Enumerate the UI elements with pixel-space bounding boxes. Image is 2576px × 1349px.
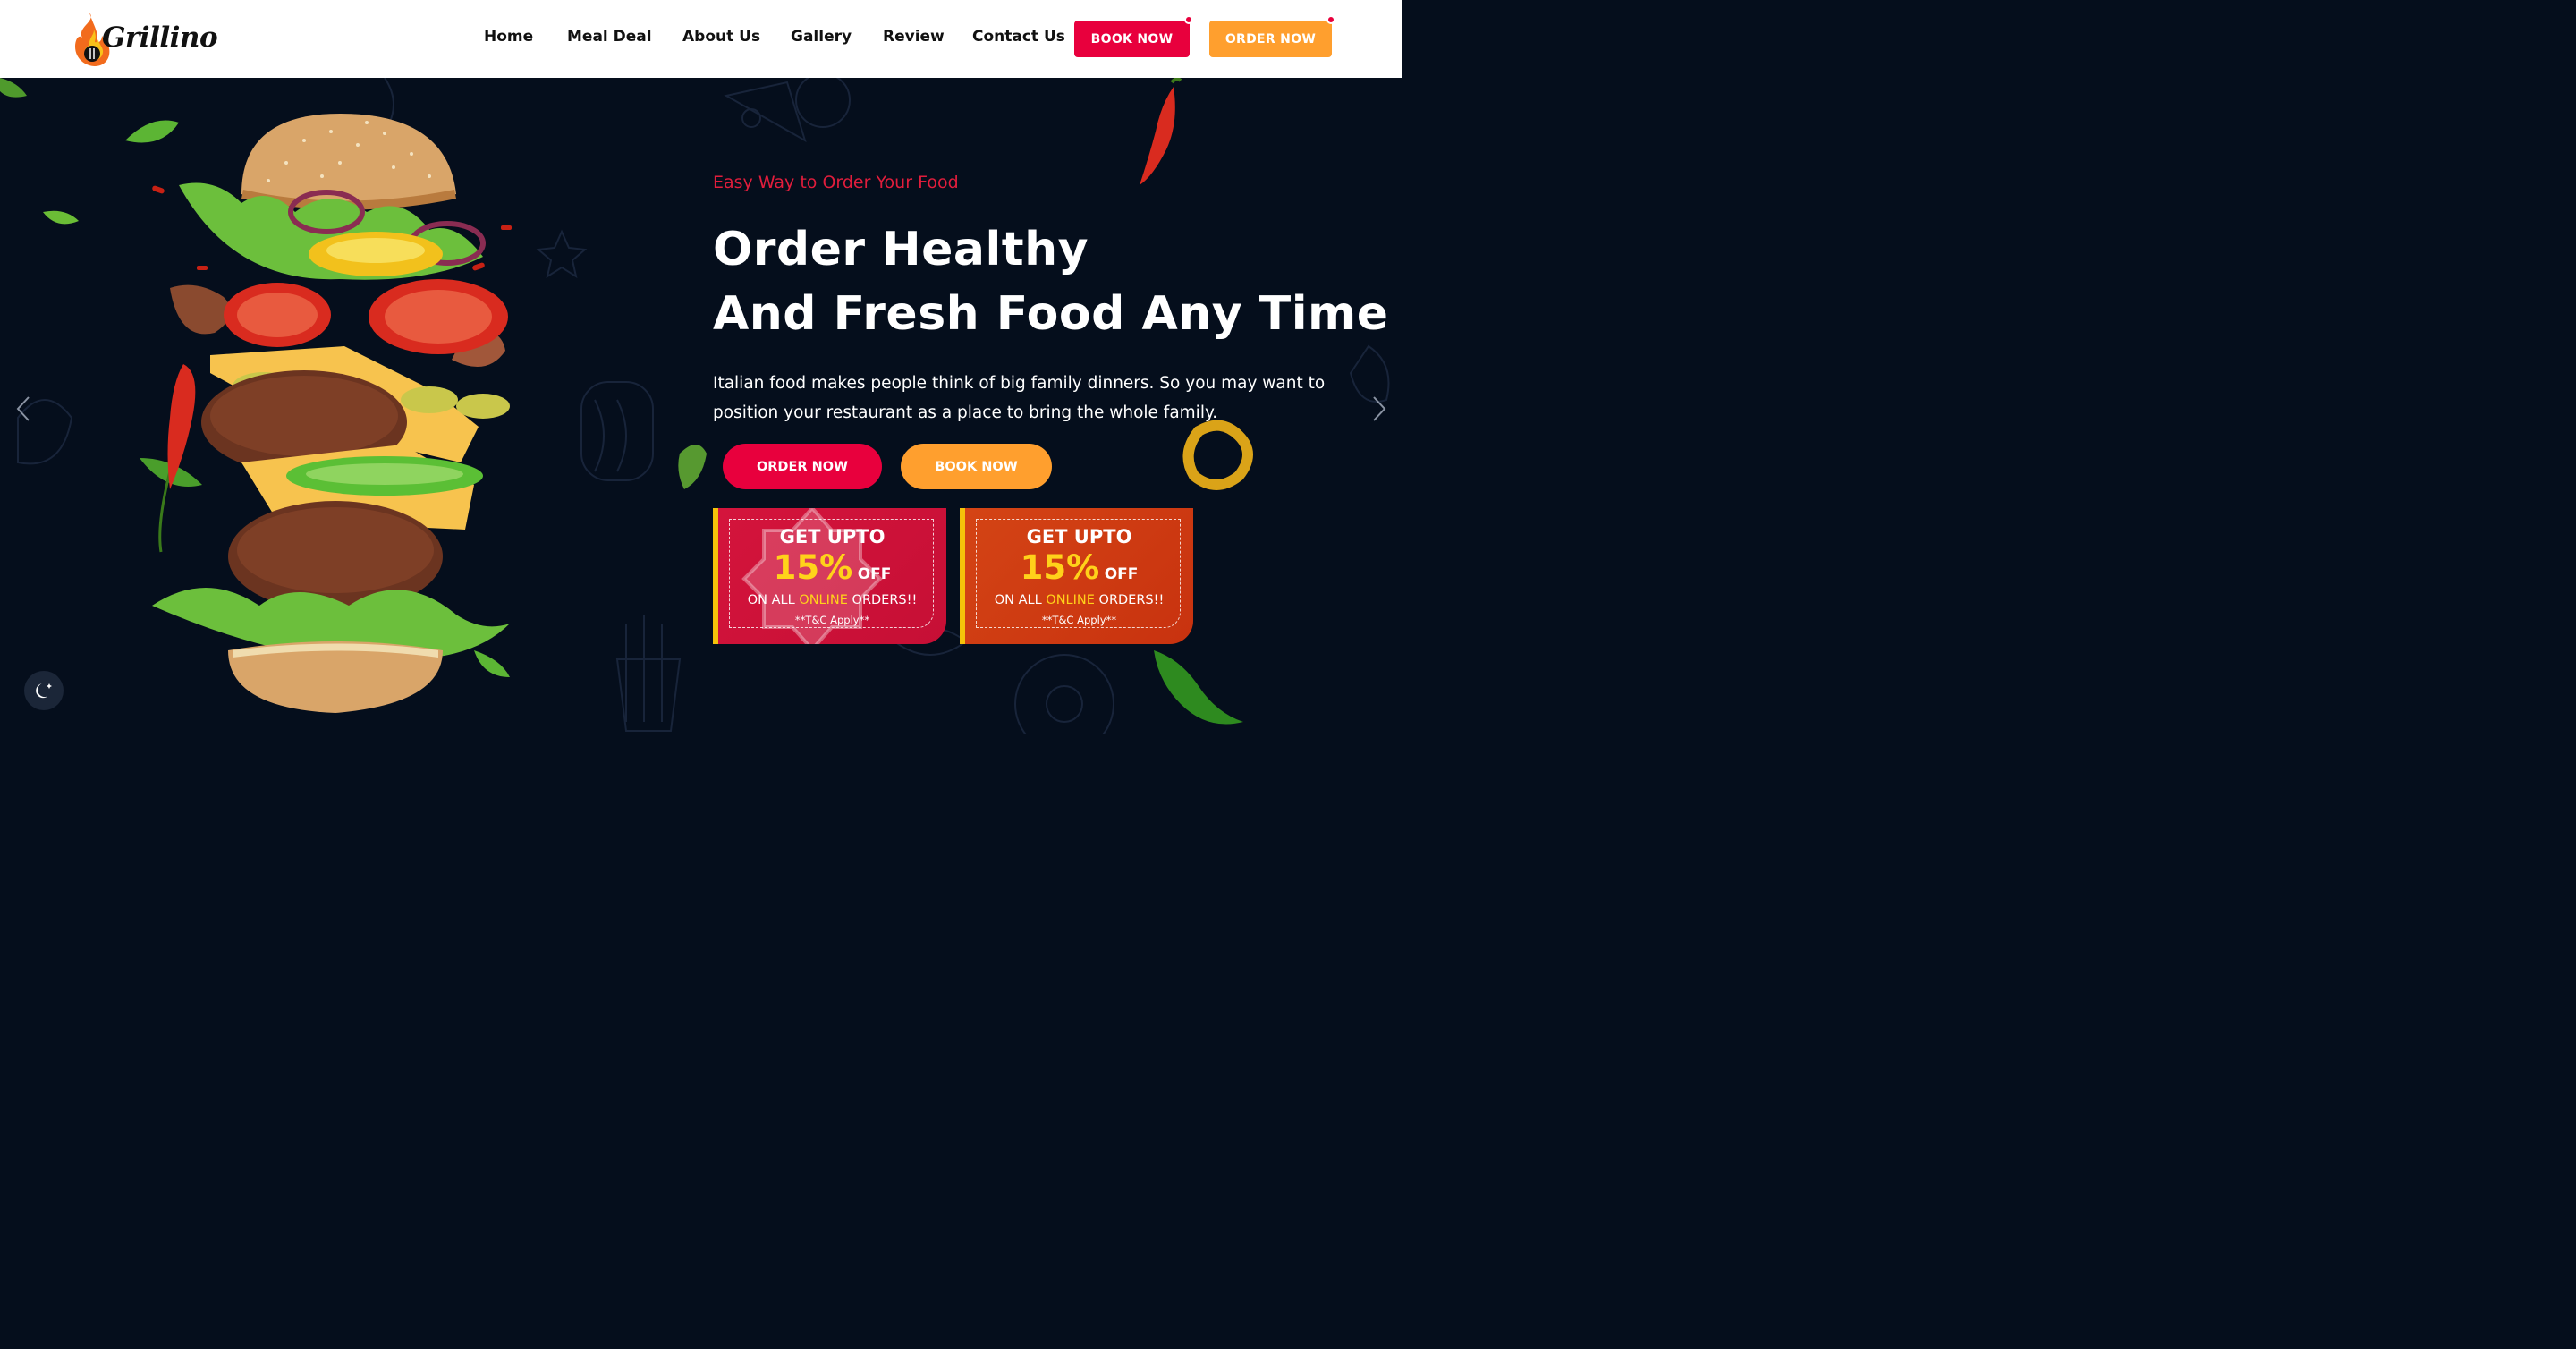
coupon-condition: ON ALL ONLINE ORDERS!! [718, 593, 946, 607]
coupon-condition-post: ORDERS!! [847, 593, 918, 607]
coupon-condition-pre: ON ALL [747, 593, 800, 607]
header-book-now-button[interactable]: BOOK NOW [1074, 15, 1193, 57]
coupon-headline: GET UPTO [1026, 526, 1132, 547]
discount-coupon[interactable]: GET UPTO 15% OFF ON ALL ONLINE ORDERS!! … [713, 508, 946, 644]
nav-gallery[interactable]: Gallery [791, 28, 852, 46]
header-book-now-label: BOOK NOW [1090, 31, 1174, 47]
logo-text: Grillino [102, 21, 218, 54]
brand-logo[interactable]: Grillino [70, 9, 218, 70]
hero-order-now-label: ORDER NOW [756, 459, 849, 474]
coupon-condition-post: ORDERS!! [1094, 593, 1165, 607]
burger-illustration [125, 114, 512, 713]
hero-tagline: Easy Way to Order Your Food [713, 173, 959, 192]
notification-dot [1184, 15, 1193, 24]
header-order-now-label: ORDER NOW [1224, 31, 1317, 47]
moon-icon [36, 683, 52, 699]
site-header: Grillino Home Meal Deal About Us Gallery… [0, 0, 1402, 78]
hero-headline-line2: And Fresh Food Any Time [713, 287, 1389, 341]
hero-headline-line1: Order Healthy [713, 223, 1089, 276]
nav-contact-us[interactable]: Contact Us [972, 28, 1065, 46]
coupon-terms: **T&C Apply** [1041, 614, 1117, 626]
nav-review[interactable]: Review [883, 28, 945, 46]
hero-description: Italian food makes people think of big f… [713, 374, 1326, 422]
discount-coupon[interactable]: GET UPTO 15% OFF ON ALL ONLINE ORDERS!! … [960, 508, 1193, 644]
coupon-off: OFF [857, 565, 892, 583]
hero-section: Easy Way to Order Your Food Order Health… [0, 78, 1402, 734]
hero-order-now-button[interactable]: ORDER NOW [723, 444, 882, 489]
coupon-percent-row: 15% OFF [718, 548, 946, 587]
coupon-off: OFF [1104, 565, 1139, 583]
nav-home[interactable]: Home [484, 28, 533, 46]
coupon-condition: ON ALL ONLINE ORDERS!! [965, 593, 1193, 607]
coupon-condition-highlight: ONLINE [1046, 593, 1095, 607]
header-order-now-button[interactable]: ORDER NOW [1209, 15, 1335, 57]
hero-book-now-label: BOOK NOW [935, 459, 1018, 474]
coupon-percent-row: 15% OFF [965, 548, 1193, 587]
hero-book-now-button[interactable]: BOOK NOW [901, 444, 1052, 489]
nav-about-us[interactable]: About Us [682, 28, 760, 46]
theme-toggle-button[interactable] [24, 671, 64, 710]
coupon-terms: **T&C Apply** [794, 614, 870, 626]
coupon-percent: 15% [1020, 548, 1100, 587]
coupon-condition-pre: ON ALL [994, 593, 1046, 607]
coupon-percent: 15% [773, 548, 853, 587]
coupon-headline: GET UPTO [779, 526, 886, 547]
coupon-condition-highlight: ONLINE [799, 593, 848, 607]
notification-dot [1326, 15, 1335, 24]
nav-meal-deal[interactable]: Meal Deal [567, 28, 652, 46]
